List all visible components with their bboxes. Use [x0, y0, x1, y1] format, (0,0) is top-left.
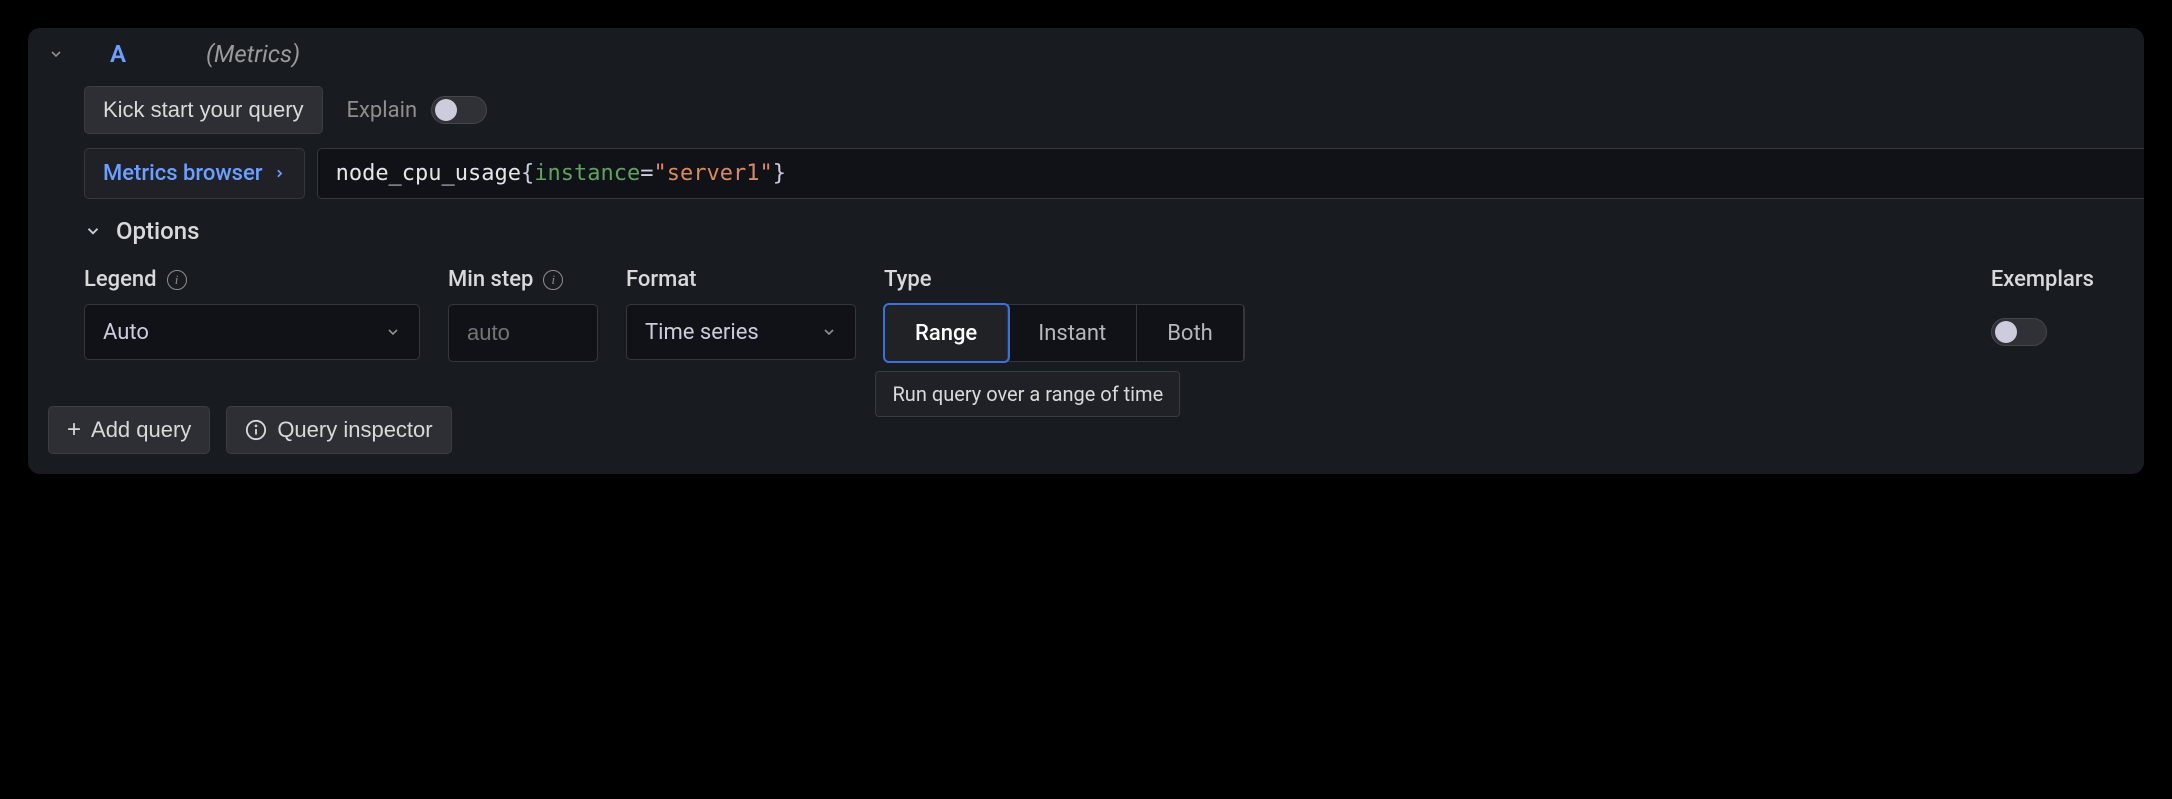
query-editor-panel: A (Metrics) Kick start your query Explai… [28, 28, 2144, 474]
token-brace-open: { [521, 161, 534, 186]
token-label-value: "server1" [653, 161, 772, 186]
format-label-row: Format [626, 267, 856, 292]
legend-column: Legend i Auto [84, 267, 420, 360]
chevron-down-icon[interactable] [48, 46, 64, 62]
query-ref-id[interactable]: A [110, 40, 126, 68]
add-query-button[interactable]: + Add query [48, 406, 210, 454]
query-input-row: Metrics browser node_cpu_usage{instance=… [28, 148, 2144, 199]
type-option-label: Range [915, 321, 977, 346]
kickstart-query-button[interactable]: Kick start your query [84, 86, 323, 134]
inspector-label: Query inspector [277, 417, 432, 443]
add-query-label: Add query [91, 417, 191, 443]
toggle-knob [1995, 321, 2017, 343]
format-column: Format Time series [626, 267, 856, 360]
info-icon[interactable]: i [167, 270, 187, 290]
minstep-column: Min step i [448, 267, 598, 362]
explain-toggle-group: Explain [347, 96, 488, 124]
exemplars-label: Exemplars [1991, 267, 2094, 292]
options-header[interactable]: Options [84, 217, 2124, 245]
chevron-down-icon [84, 222, 102, 240]
metrics-browser-button[interactable]: Metrics browser [84, 148, 305, 199]
info-icon[interactable]: i [543, 270, 563, 290]
exemplars-label-row: Exemplars [1991, 267, 2094, 292]
type-option-both[interactable]: Both [1137, 305, 1244, 361]
type-option-label: Instant [1038, 321, 1106, 346]
type-radio-group: Range Instant Both Run query over a rang… [884, 304, 1245, 362]
query-header: A (Metrics) [28, 28, 2144, 78]
format-label: Format [626, 267, 697, 292]
metrics-browser-label: Metrics browser [103, 161, 263, 186]
info-circle-icon [245, 419, 267, 441]
explain-label: Explain [347, 98, 418, 123]
options-grid: Legend i Auto Min step i Format [84, 267, 2124, 362]
chevron-down-icon [821, 324, 837, 340]
minstep-label-row: Min step i [448, 267, 598, 292]
token-equals: = [640, 161, 653, 186]
kickstart-label: Kick start your query [103, 97, 304, 123]
explain-toggle[interactable] [431, 96, 487, 124]
options-section: Options Legend i Auto Min step i [28, 199, 2144, 362]
exemplars-toggle[interactable] [1991, 318, 2047, 346]
legend-value: Auto [103, 320, 149, 345]
query-inspector-button[interactable]: Query inspector [226, 406, 451, 454]
options-title: Options [116, 217, 199, 245]
legend-label-row: Legend i [84, 267, 420, 292]
type-label: Type [884, 267, 932, 292]
type-label-row: Type [884, 267, 1245, 292]
type-option-range[interactable]: Range [885, 305, 1008, 361]
chevron-right-icon [273, 167, 286, 180]
minstep-label: Min step [448, 267, 533, 292]
exemplars-column: Exemplars [1991, 267, 2124, 346]
promql-input[interactable]: node_cpu_usage{instance="server1"} [317, 148, 2144, 199]
type-option-label: Both [1167, 321, 1213, 346]
toggle-knob [435, 99, 457, 121]
minstep-input[interactable] [448, 304, 598, 362]
format-value: Time series [645, 320, 759, 345]
chevron-down-icon [385, 324, 401, 340]
type-column: Type Range Instant Both Run query over a… [884, 267, 1245, 362]
legend-select[interactable]: Auto [84, 304, 420, 360]
plus-icon: + [67, 418, 81, 442]
query-hint: (Metrics) [206, 40, 300, 68]
type-tooltip: Run query over a range of time [875, 371, 1180, 417]
token-brace-close: } [773, 161, 786, 186]
token-label-key: instance [534, 161, 640, 186]
legend-label: Legend [84, 267, 157, 292]
format-select[interactable]: Time series [626, 304, 856, 360]
token-metric: node_cpu_usage [336, 161, 521, 186]
query-toolbar: Kick start your query Explain [28, 78, 2144, 148]
type-option-instant[interactable]: Instant [1008, 305, 1137, 361]
